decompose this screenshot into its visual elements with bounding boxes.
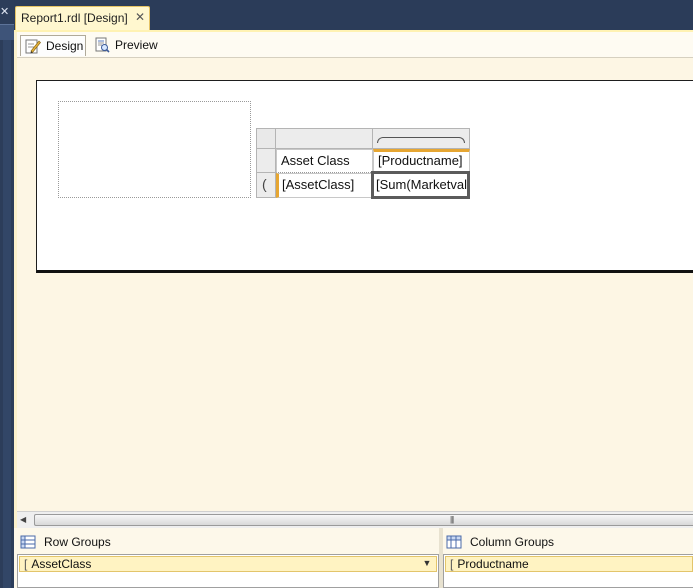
column-group-item[interactable]: [Productname [445,556,693,572]
column-groups-list: [Productname [443,554,693,588]
document-tab[interactable]: Report1.rdl [Design] ✕ [15,6,150,31]
left-panel-tab[interactable] [0,24,14,40]
tablix-column-handle-1[interactable] [276,128,373,149]
row-group-item-label: AssetClass [31,557,92,571]
row-group-item[interactable]: [AssetClass [19,556,437,572]
column-group-item-label: Productname [457,557,529,571]
empty-textbox[interactable] [58,101,251,198]
row-groups-header: Row Groups [20,534,111,552]
tablix-column-handle-2[interactable] [373,128,470,149]
chevron-down-icon[interactable]: ▼ [420,556,434,570]
close-tab-icon[interactable]: ✕ [135,10,145,24]
group-bracket-icon: [ [24,557,28,571]
cell-detail-sum-marketval[interactable]: [Sum(Marketval [371,171,470,199]
column-groups-title: Column Groups [470,534,555,549]
view-toolbar: Design Preview [17,32,693,58]
row-groups-list: [AssetClass ▼ [17,554,439,588]
tab-preview-label: Preview [115,38,158,52]
close-panel-icon[interactable]: ✕ [0,6,10,18]
cell-detail-assetclass[interactable]: [AssetClass] [276,173,373,198]
left-panel-body [3,40,11,588]
cell-header-productname[interactable]: [Productname] [373,149,470,173]
left-panel-strip: ✕ [0,0,14,588]
column-group-bracket-icon [377,137,465,143]
preview-report-icon [94,37,110,53]
column-groups-icon [446,535,462,549]
scrollbar-thumb[interactable] [34,514,693,526]
scrollbar-grip-icon: ||| [450,515,454,524]
tablix-corner-handle[interactable] [256,128,276,149]
tab-preview[interactable]: Preview [90,35,170,56]
column-groups-header: Column Groups [446,534,554,552]
row-groups-icon [20,535,36,549]
row-group-bracket-icon: ( [262,176,267,192]
scroll-left-icon[interactable]: ◀ [20,515,26,524]
group-bracket-icon: [ [450,557,454,571]
row-groups-title: Row Groups [44,534,111,549]
tablix-row-handle-1[interactable] [256,149,276,173]
cell-header-asset-class[interactable]: Asset Class [276,149,373,173]
document-tab-title: Report1.rdl [Design] [21,11,128,25]
horizontal-scrollbar[interactable]: ◀ ||| [17,511,693,528]
tablix-row-handle-2[interactable]: ( [256,173,276,198]
tab-design[interactable]: Design [20,35,86,56]
design-pencil-icon [25,38,41,54]
tab-design-label: Design [46,39,84,53]
